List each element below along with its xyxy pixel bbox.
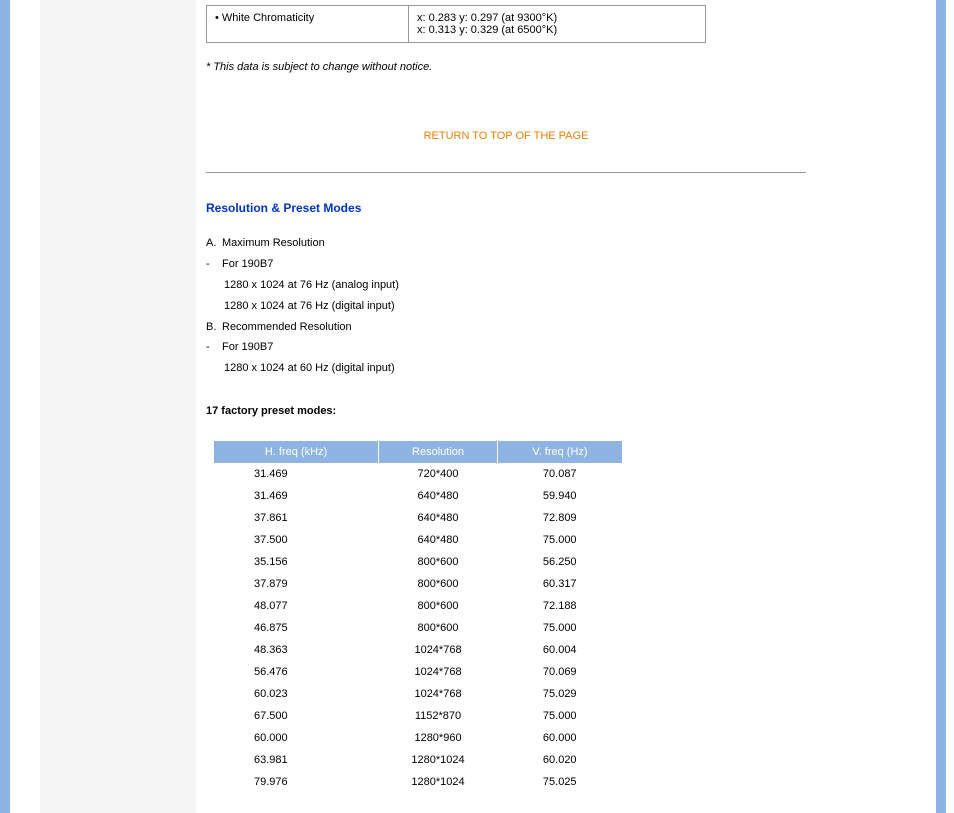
table-row: 46.875800*60075.000 bbox=[214, 617, 622, 639]
cell-vfreq: 59.940 bbox=[497, 485, 622, 507]
mode-b: B.Recommended Resolution bbox=[206, 317, 806, 338]
cell-vfreq: 70.069 bbox=[497, 661, 622, 683]
return-link-container: RETURN TO TOP OF THE PAGE bbox=[206, 128, 806, 142]
preset-table: H. freq (kHz) Resolution V. freq (Hz) 31… bbox=[214, 441, 622, 793]
cell-vfreq: 56.250 bbox=[497, 551, 622, 573]
table-row: 37.861640*48072.809 bbox=[214, 507, 622, 529]
spec-table: • White Chromaticity x: 0.283 y: 0.297 (… bbox=[206, 5, 706, 43]
cell-resolution: 1152*870 bbox=[379, 705, 498, 727]
mode-b-sub: -For 190B7 bbox=[206, 337, 806, 358]
left-blue-bar bbox=[0, 0, 10, 813]
mode-a-text: Maximum Resolution bbox=[222, 237, 325, 249]
cell-hfreq: 60.023 bbox=[214, 683, 379, 705]
mode-a: A.Maximum Resolution bbox=[206, 233, 806, 254]
cell-hfreq: 37.500 bbox=[214, 529, 379, 551]
cell-vfreq: 75.025 bbox=[497, 771, 622, 793]
mode-b-dash: - bbox=[206, 337, 222, 358]
table-row: 67.5001152*87075.000 bbox=[214, 705, 622, 727]
cell-hfreq: 56.476 bbox=[214, 661, 379, 683]
table-row: 37.500640*48075.000 bbox=[214, 529, 622, 551]
table-row: 35.156800*60056.250 bbox=[214, 551, 622, 573]
return-to-top-link[interactable]: RETURN TO TOP OF THE PAGE bbox=[424, 130, 589, 142]
cell-hfreq: 60.000 bbox=[214, 727, 379, 749]
table-row: 60.0001280*96060.000 bbox=[214, 727, 622, 749]
cell-vfreq: 60.004 bbox=[497, 639, 622, 661]
mode-a-detail2: 1280 x 1024 at 76 Hz (digital input) bbox=[206, 296, 806, 317]
notice-text: * This data is subject to change without… bbox=[206, 61, 806, 73]
table-row: 37.879800*60060.317 bbox=[214, 573, 622, 595]
cell-hfreq: 67.500 bbox=[214, 705, 379, 727]
cell-vfreq: 75.000 bbox=[497, 529, 622, 551]
table-row: 60.0231024*76875.029 bbox=[214, 683, 622, 705]
cell-hfreq: 79.976 bbox=[214, 771, 379, 793]
preset-header-vfreq: V. freq (Hz) bbox=[497, 441, 622, 463]
cell-resolution: 800*600 bbox=[379, 573, 498, 595]
cell-hfreq: 31.469 bbox=[214, 485, 379, 507]
cell-resolution: 1024*768 bbox=[379, 639, 498, 661]
cell-resolution: 720*400 bbox=[379, 463, 498, 485]
cell-vfreq: 72.188 bbox=[497, 595, 622, 617]
preset-header-hfreq: H. freq (kHz) bbox=[214, 441, 379, 463]
cell-resolution: 1280*1024 bbox=[379, 771, 498, 793]
table-row: 79.9761280*102475.025 bbox=[214, 771, 622, 793]
divider bbox=[206, 172, 806, 173]
cell-resolution: 1024*768 bbox=[379, 661, 498, 683]
mode-a-sub: -For 190B7 bbox=[206, 254, 806, 275]
cell-vfreq: 72.809 bbox=[497, 507, 622, 529]
preset-header-resolution: Resolution bbox=[379, 441, 498, 463]
cell-vfreq: 75.000 bbox=[497, 617, 622, 639]
preset-heading: 17 factory preset modes: bbox=[206, 405, 806, 417]
cell-hfreq: 31.469 bbox=[214, 463, 379, 485]
cell-resolution: 640*480 bbox=[379, 507, 498, 529]
cell-vfreq: 75.000 bbox=[497, 705, 622, 727]
spec-label: • White Chromaticity bbox=[207, 6, 409, 43]
mode-b-text: Recommended Resolution bbox=[222, 321, 352, 333]
cell-resolution: 1280*1024 bbox=[379, 749, 498, 771]
cell-resolution: 640*480 bbox=[379, 485, 498, 507]
cell-resolution: 800*600 bbox=[379, 551, 498, 573]
mode-a-detail1: 1280 x 1024 at 76 Hz (analog input) bbox=[206, 275, 806, 296]
cell-vfreq: 70.087 bbox=[497, 463, 622, 485]
main-content: • White Chromaticity x: 0.283 y: 0.297 (… bbox=[196, 0, 826, 813]
table-row: 31.469640*48059.940 bbox=[214, 485, 622, 507]
table-row: 48.077800*60072.188 bbox=[214, 595, 622, 617]
cell-hfreq: 35.156 bbox=[214, 551, 379, 573]
spec-value: x: 0.283 y: 0.297 (at 9300°K) x: 0.313 y… bbox=[409, 6, 706, 43]
cell-resolution: 640*480 bbox=[379, 529, 498, 551]
table-row: 31.469720*40070.087 bbox=[214, 463, 622, 485]
spec-value-line2: x: 0.313 y: 0.329 (at 6500°K) bbox=[417, 24, 697, 36]
mode-a-letter: A. bbox=[206, 233, 222, 254]
cell-hfreq: 37.861 bbox=[214, 507, 379, 529]
cell-resolution: 1024*768 bbox=[379, 683, 498, 705]
cell-vfreq: 60.317 bbox=[497, 573, 622, 595]
mode-b-sub1: For 190B7 bbox=[222, 341, 273, 353]
cell-hfreq: 63.981 bbox=[214, 749, 379, 771]
cell-vfreq: 75.029 bbox=[497, 683, 622, 705]
table-row: 56.4761024*76870.069 bbox=[214, 661, 622, 683]
cell-resolution: 1280*960 bbox=[379, 727, 498, 749]
cell-vfreq: 60.000 bbox=[497, 727, 622, 749]
mode-b-detail1: 1280 x 1024 at 60 Hz (digital input) bbox=[206, 358, 806, 379]
modes-list: A.Maximum Resolution -For 190B7 1280 x 1… bbox=[206, 233, 806, 379]
mode-a-dash: - bbox=[206, 254, 222, 275]
cell-vfreq: 60.020 bbox=[497, 749, 622, 771]
cell-hfreq: 48.077 bbox=[214, 595, 379, 617]
section-title: Resolution & Preset Modes bbox=[206, 201, 806, 215]
table-row: 63.9811280*102460.020 bbox=[214, 749, 622, 771]
cell-resolution: 800*600 bbox=[379, 617, 498, 639]
table-row: 48.3631024*76860.004 bbox=[214, 639, 622, 661]
mode-a-sub1: For 190B7 bbox=[222, 258, 273, 270]
cell-resolution: 800*600 bbox=[379, 595, 498, 617]
mode-b-letter: B. bbox=[206, 317, 222, 338]
cell-hfreq: 46.875 bbox=[214, 617, 379, 639]
cell-hfreq: 37.879 bbox=[214, 573, 379, 595]
cell-hfreq: 48.363 bbox=[214, 639, 379, 661]
spec-value-line1: x: 0.283 y: 0.297 (at 9300°K) bbox=[417, 12, 697, 24]
left-sidebar bbox=[40, 0, 196, 813]
right-blue-bar bbox=[936, 0, 946, 813]
